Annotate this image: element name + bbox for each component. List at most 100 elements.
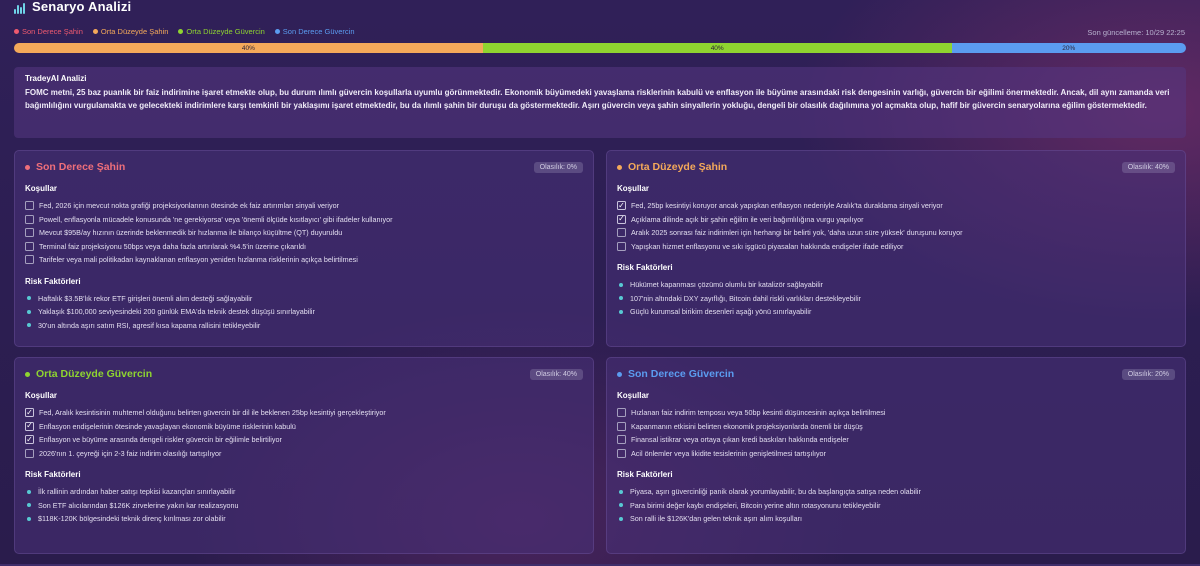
condition-item: ✓ Enflasyon ve büyüme arasında dengeli ri…	[25, 433, 583, 447]
risk-text: Haftalık $3.5B'lık rekor ETF girişleri ö…	[38, 293, 253, 303]
scenario-header: Orta Düzeyde Güvercin Olasılık: 40%	[25, 367, 583, 381]
condition-item: Acil önlemler veya likidite tesislerinin…	[617, 447, 1175, 461]
scenario-header: Son Derece Şahin Olasılık: 0%	[25, 160, 583, 174]
condition-item: Finansal istikrar veya ortaya çıkan kred…	[617, 433, 1175, 447]
analysis-text: FOMC metni, 25 baz puanlık bir faiz indi…	[25, 88, 1170, 110]
probability-badge: Olasılık: 40%	[1121, 161, 1175, 173]
condition-item: Terminal faiz projeksiyonu 50bps veya da…	[25, 240, 583, 254]
condition-text: Enflasyon ve büyüme arasında dengeli ris…	[39, 435, 282, 445]
scenario-card: Orta Düzeyde Güvercin Olasılık: 40% Koşull…	[14, 357, 594, 554]
condition-text: Tarifeler veya mali politikadan kaynakla…	[39, 255, 358, 265]
page-title: Senaryo Analizi	[32, 0, 132, 14]
condition-checkbox[interactable]: ✓	[25, 421, 34, 431]
condition-item: Powell, enflasyonla mücadele konusunda '…	[25, 213, 583, 227]
condition-item: Aralık 2025 sonrası faiz indirimleri içi…	[617, 226, 1175, 240]
condition-checkbox[interactable]	[25, 255, 34, 265]
risk-item: $118K-120K bölgesindeki teknik direnç kı…	[25, 512, 583, 526]
condition-text: Terminal faiz projeksiyonu 50bps veya da…	[39, 241, 307, 251]
condition-item: 2026'nın 1. çeyreği için 2-3 faiz indiri…	[25, 447, 583, 461]
condition-checkbox[interactable]	[617, 408, 626, 418]
condition-item: ✓ Fed, 25bp kesintiyi koruyor ancak yapış…	[617, 199, 1175, 213]
risk-item: Haftalık $3.5B'lık rekor ETF girişleri ö…	[25, 292, 583, 306]
conditions-heading: Koşullar	[617, 391, 650, 400]
scenario-title: Orta Düzeyde Şahin	[617, 161, 727, 173]
risk-text: Piyasa, aşırı güvercinliği panik olarak …	[630, 487, 921, 497]
legend-label: Orta Düzeyde Şahin	[100, 27, 169, 36]
legend-dot-icon	[178, 29, 184, 34]
condition-text: Yapışkan hizmet enflasyonu ve sıkı işgüc…	[631, 241, 904, 251]
ai-analysis-box: TradeyAI Analizi FOMC metni, 25 baz puan…	[14, 67, 1186, 138]
condition-text: Powell, enflasyonla mücadele konusunda '…	[39, 214, 393, 224]
condition-checkbox[interactable]	[25, 448, 34, 458]
risk-text: Son ETF alıcılarından $126K zirvelerine …	[38, 500, 239, 510]
condition-text: 2026'nın 1. çeyreği için 2-3 faiz indiri…	[39, 448, 222, 458]
scenario-name: Son Derece Güvercin	[628, 368, 735, 380]
condition-item: ✓ Enflasyon endişelerinin ötesinde yavaşl…	[25, 420, 583, 434]
condition-item: Yapışkan hizmet enflasyonu ve sıkı işgüc…	[617, 240, 1175, 254]
condition-checkbox[interactable]	[617, 228, 626, 238]
condition-checkbox[interactable]	[617, 241, 626, 251]
risk-text: Güçlü kurumsal birikim desenleri aşağı y…	[630, 307, 812, 317]
scenario-dot-icon	[617, 164, 622, 170]
condition-checkbox[interactable]: ✓	[617, 201, 626, 211]
bullet-icon	[619, 503, 623, 508]
condition-text: Fed, Aralık kesintisinin muhtemel olduğu…	[39, 408, 386, 418]
condition-item: ✓ Fed, Aralık kesintisinin muhtemel olduğ…	[25, 406, 583, 420]
legend-label: Son Derece Şahin	[22, 27, 83, 36]
bullet-icon	[27, 503, 31, 508]
condition-checkbox[interactable]	[617, 448, 626, 458]
condition-checkbox[interactable]	[617, 421, 626, 431]
condition-text: Hızlanan faiz indirim temposu veya 50bp …	[631, 408, 886, 418]
legend-dot-icon	[274, 29, 280, 34]
bar-chart-icon	[14, 2, 26, 14]
condition-text: Acil önlemler veya likidite tesislerinin…	[631, 448, 826, 458]
risk-item: Piyasa, aşırı güvercinliği panik olarak …	[617, 485, 1175, 499]
risk-factors-heading: Risk Faktörleri	[25, 470, 81, 479]
condition-checkbox[interactable]: ✓	[25, 435, 34, 445]
risk-text: Yaklaşık $100,000 seviyesindeki 200 günl…	[38, 307, 315, 317]
risk-text: $118K-120K bölgesindeki teknik direnç kı…	[38, 514, 226, 524]
risk-item: Son ETF alıcılarından $126K zirvelerine …	[25, 499, 583, 513]
condition-checkbox[interactable]	[25, 214, 34, 224]
conditions-heading: Koşullar	[617, 184, 650, 193]
scenario-card: Son Derece Şahin Olasılık: 0% Koşullar Fed,…	[14, 150, 594, 347]
risk-text: 107'nin altındaki DXY zayıflığı, Bitcoin…	[630, 293, 861, 303]
risk-item: İlk rallinin ardından haber satışı tepki…	[25, 485, 583, 499]
scenario-name: Orta Düzeyde Güvercin	[36, 368, 153, 380]
condition-checkbox[interactable]	[25, 228, 34, 238]
analysis-title: TradeyAI Analizi	[25, 74, 87, 83]
legend-item: Son Derece Güvercin	[274, 27, 355, 36]
condition-text: Açıklama dilinde açık bir şahin eğilim i…	[631, 214, 864, 224]
scenario-dot-icon	[25, 164, 30, 170]
condition-text: Fed, 2026 için mevcut nokta grafiği proj…	[39, 201, 340, 211]
condition-text: Fed, 25bp kesintiyi koruyor ancak yapışk…	[631, 201, 943, 211]
conditions-heading: Koşullar	[25, 184, 58, 193]
bullet-icon	[619, 516, 623, 521]
scenario-dot-icon	[617, 371, 622, 377]
condition-item: Hızlanan faiz indirim temposu veya 50bp …	[617, 406, 1175, 420]
probability-segment: 20%	[951, 43, 1186, 53]
scenario-title: Son Derece Güvercin	[617, 368, 734, 380]
condition-checkbox[interactable]	[25, 201, 34, 211]
condition-checkbox[interactable]: ✓	[25, 408, 34, 418]
scenario-name: Orta Düzeyde Şahin	[628, 161, 728, 173]
bullet-icon	[27, 489, 31, 494]
risk-factors-heading: Risk Faktörleri	[25, 276, 81, 286]
condition-text: Finansal istikrar veya ortaya çıkan kred…	[631, 435, 849, 445]
risk-factors-heading: Risk Faktörleri	[617, 470, 673, 479]
condition-checkbox[interactable]	[25, 241, 34, 251]
scenario-header: Orta Düzeyde Şahin Olasılık: 40%	[617, 160, 1175, 174]
condition-checkbox[interactable]	[617, 435, 626, 445]
risk-item: Hükümet kapanması çözümü olumlu bir kata…	[617, 278, 1175, 292]
condition-text: Enflasyon endişelerinin ötesinde yavaşla…	[39, 421, 296, 431]
condition-text: Kapanmanın etkisini belirten ekonomik pr…	[631, 421, 863, 431]
risk-text: Para birimi değer kaybı endişeleri, Bitc…	[630, 500, 881, 510]
bullet-icon	[27, 323, 31, 328]
risk-item: Para birimi değer kaybı endişeleri, Bitc…	[617, 499, 1175, 513]
probability-badge: Olasılık: 40%	[529, 368, 583, 380]
legend-dot-icon	[14, 29, 19, 34]
condition-checkbox[interactable]: ✓	[617, 214, 626, 224]
scenario-card: Son Derece Güvercin Olasılık: 20% Koşullar…	[606, 357, 1186, 554]
probability-segment: 40%	[14, 43, 483, 53]
conditions-heading: Koşullar	[25, 391, 58, 400]
